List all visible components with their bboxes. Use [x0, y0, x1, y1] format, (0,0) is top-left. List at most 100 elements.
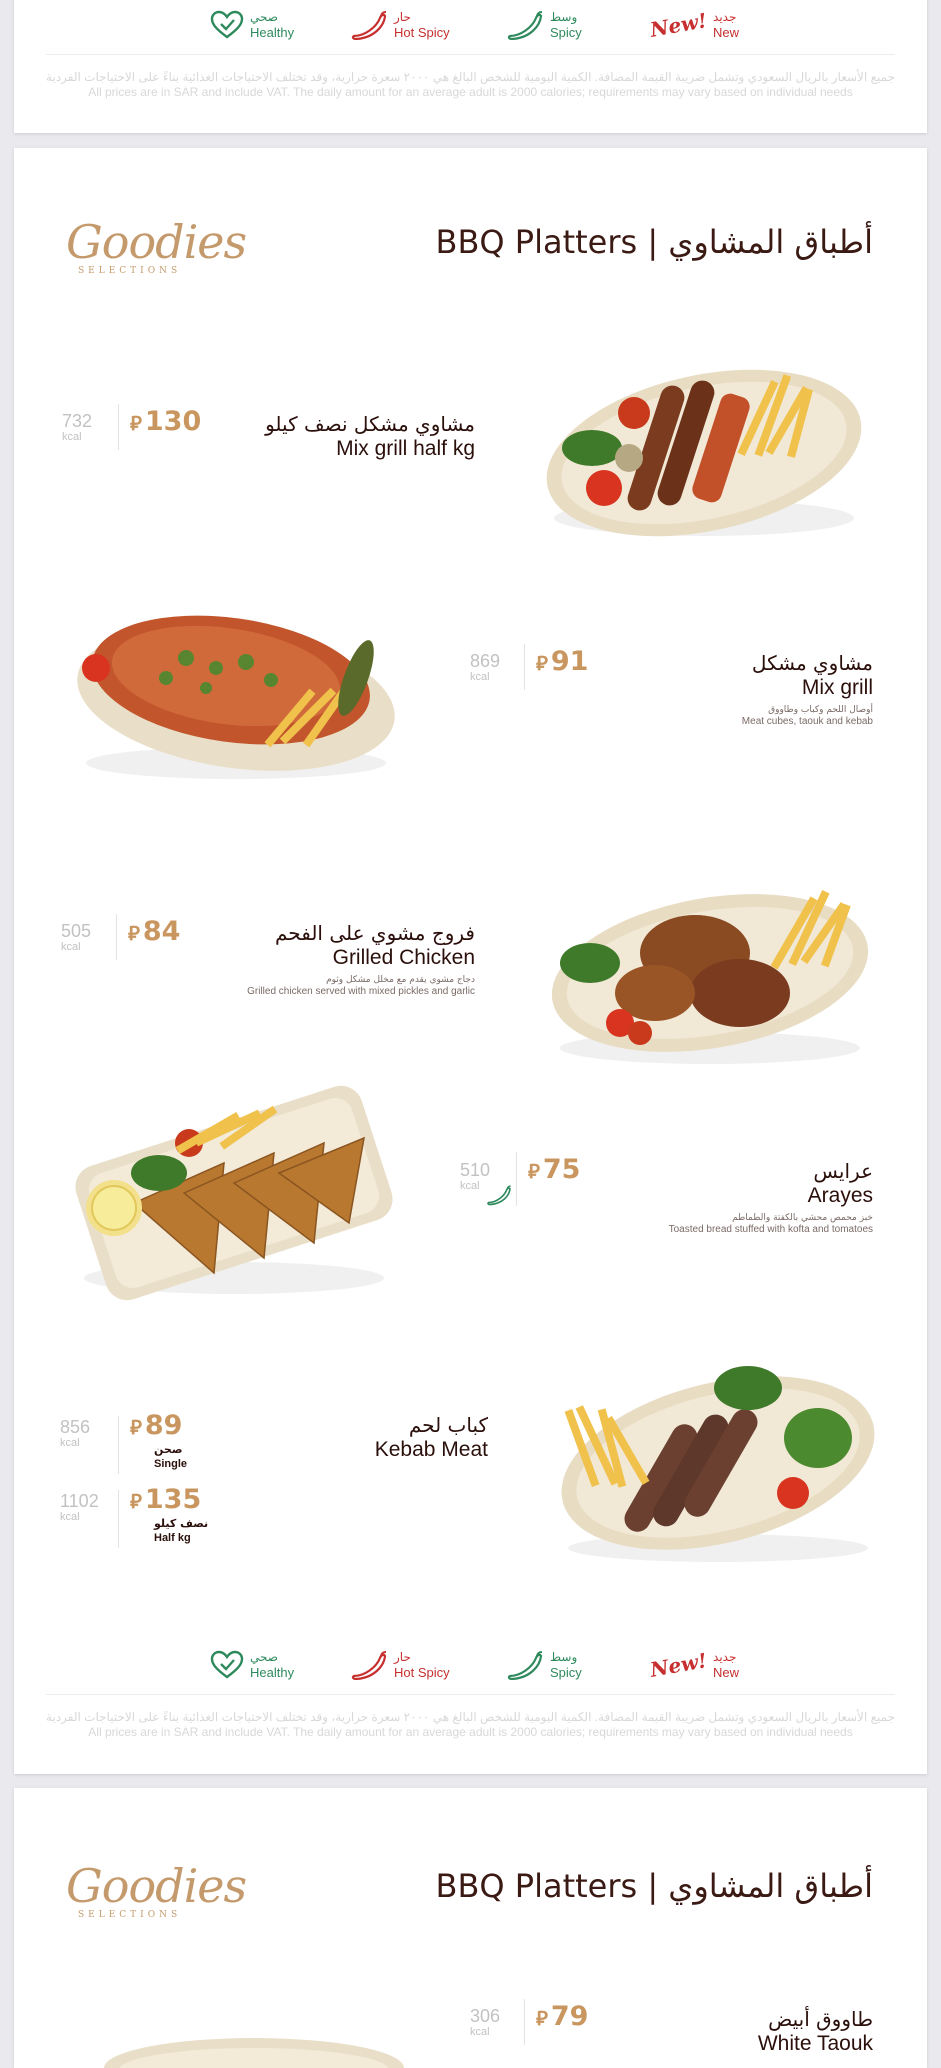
price-divider [118, 404, 119, 450]
item-kcal-unit: kcal [61, 941, 81, 953]
item-name-ar: كباب لحم [408, 1413, 488, 1437]
price-divider [524, 1999, 525, 2045]
riyal-symbol-icon: ⃁ [536, 651, 548, 675]
item-price: ⃁ 130 [130, 406, 201, 437]
item-price-value: 91 [550, 646, 589, 677]
legend-healthy-ar: صحي [250, 10, 278, 24]
legend-new-ar: جديد [713, 1650, 737, 1664]
new-badge-icon: New! [648, 1648, 709, 1682]
food-image-arayes [75, 1085, 393, 1301]
item-kcal-unit: kcal [470, 2026, 490, 2038]
item-kcal: 505 kcal [61, 921, 91, 953]
brand-logo: Goodies SELECTIONS [66, 215, 247, 276]
item-kcal-unit: kcal [60, 1437, 80, 1449]
legend-row: صحي Healthy حار Hot Spicy وسط Spicy New! جد… [14, 1648, 927, 1690]
price-divider [516, 1152, 517, 1206]
heart-check-icon [210, 1650, 244, 1679]
legend-spicy: وسط Spicy [506, 1650, 582, 1680]
item-name-en: Grilled Chicken [332, 946, 475, 969]
legend-spicy-en: Spicy [550, 25, 582, 40]
legend-hot-spicy-en: Hot Spicy [394, 1665, 450, 1680]
riyal-symbol-icon: ⃁ [536, 2006, 548, 2030]
item-price: ⃁ 91 [536, 646, 588, 677]
legend-new: New! جديد New [648, 1648, 740, 1682]
food-image-grilled-chicken [551, 890, 869, 1064]
heart-check-icon [210, 10, 244, 39]
legend-healthy-ar: صحي [250, 1650, 278, 1664]
legend-new: New! جديد New [648, 8, 740, 42]
legend-hot-spicy-ar: حار [394, 1650, 411, 1664]
disclaimer-en: All prices are in SAR and include VAT. T… [88, 85, 853, 99]
riyal-symbol-icon: ⃁ [130, 1489, 142, 1513]
item-name-ar: عرايس [813, 1159, 873, 1183]
riyal-symbol-icon: ⃁ [130, 1415, 142, 1439]
price-divider [524, 644, 525, 690]
item-name-en: Arayes [807, 1184, 873, 1207]
price-divider [118, 1490, 119, 1548]
item-name-ar: مشاوي مشكل [751, 651, 873, 675]
menu-page-next: Goodies SELECTIONS BBQ Platters | أطباق … [14, 1788, 927, 2068]
item-price-value: 75 [542, 1154, 581, 1185]
new-badge-icon: New! [648, 8, 709, 42]
menu-page-previous: صحي Healthy حار Hot Spicy وسط Spicy New! جد… [14, 0, 927, 133]
legend-hot-spicy: حار Hot Spicy [350, 10, 450, 40]
item-kcal-unit: kcal [62, 431, 82, 443]
item-kcal-single: 856 kcal [60, 1417, 90, 1449]
food-image-white-taouk [104, 2038, 404, 2068]
item-price-half-kg: ⃁ 135 [130, 1484, 201, 1515]
item-name-ar: فروج مشوي على الفحم [275, 921, 475, 945]
item-size-single: صحن Single [154, 1443, 187, 1471]
item-kcal: 869 kcal [470, 651, 500, 683]
item-name-en: White Taouk [757, 2032, 873, 2055]
menu-item-6[interactable]: طاووق أبيض White Taouk [613, 2006, 873, 2056]
menu-item-4[interactable]: عرايس Arayes خبز محمص محشي بالكفتة والطم… [573, 1158, 873, 1236]
disclaimer: جميع الأسعار بالريال السعودي وتشمل ضريبة… [44, 70, 897, 100]
item-price: ⃁ 84 [128, 916, 180, 947]
divider [46, 1694, 895, 1695]
riyal-symbol-icon: ⃁ [128, 921, 140, 945]
menu-item-1[interactable]: مشاوي مشكل نصف كيلو Mix grill half kg [215, 411, 475, 461]
brand-logo-text: Goodies [66, 215, 247, 269]
size-en: Half kg [154, 1532, 191, 1544]
item-desc-en: Grilled chicken served with mixed pickle… [247, 986, 475, 997]
size-en: Single [154, 1458, 188, 1470]
legend-new-ar: جديد [713, 10, 737, 24]
brand-logo: Goodies SELECTIONS [66, 1859, 247, 1920]
item-price-value: 84 [142, 916, 181, 947]
brand-logo-text: Goodies [66, 1859, 247, 1913]
legend-healthy: صحي Healthy [210, 10, 294, 40]
legend-spicy-ar: وسط [550, 10, 578, 24]
red-chili-icon [351, 1651, 387, 1680]
price-divider [116, 914, 117, 960]
item-desc-ar: أوصال اللحم وكباب وطاووق [768, 705, 873, 715]
menu-page-bbq: Goodies SELECTIONS BBQ Platters | أطباق … [14, 148, 927, 1774]
item-name-en: Kebab Meat [374, 1438, 488, 1461]
item-kcal-unit: kcal [470, 671, 490, 683]
menu-item-5[interactable]: كباب لحم Kebab Meat [228, 1412, 488, 1462]
item-kcal-value: 856 [60, 1417, 91, 1437]
item-kcal-value: 732 [62, 411, 93, 431]
item-price-value: 89 [144, 1410, 183, 1441]
legend-spicy-ar: وسط [550, 1650, 578, 1664]
item-name-ar: مشاوي مشكل نصف كيلو [265, 412, 475, 436]
legend-spicy: وسط Spicy [506, 10, 582, 40]
item-kcal-value: 510 [460, 1160, 491, 1180]
size-ar: نصف كيلو [154, 1517, 209, 1530]
disclaimer-en: All prices are in SAR and include VAT. T… [88, 1725, 853, 1739]
disclaimer-ar: جميع الأسعار بالريال السعودي وتشمل ضريبة… [46, 70, 895, 84]
riyal-symbol-icon: ⃁ [528, 1159, 540, 1183]
item-kcal-value: 869 [470, 651, 501, 671]
legend-new-en: New [713, 25, 740, 40]
menu-item-3[interactable]: فروج مشوي على الفحم Grilled Chicken دجاج… [175, 920, 475, 998]
divider [46, 54, 895, 55]
food-image-kebab-meat [561, 1366, 875, 1562]
legend-spicy-en: Spicy [550, 1665, 582, 1680]
item-name-ar: طاووق أبيض [768, 2007, 873, 2031]
item-kcal: 306 kcal [470, 2006, 500, 2038]
size-ar: صحن [154, 1443, 183, 1456]
item-kcal-value: 505 [61, 921, 92, 941]
item-name-en: Mix grill [801, 676, 873, 699]
item-desc-en: Meat cubes, taouk and kebab [741, 716, 873, 727]
legend-new-en: New [713, 1665, 740, 1680]
menu-item-2[interactable]: مشاوي مشكل Mix grill أوصال اللحم وكباب و… [613, 650, 873, 728]
